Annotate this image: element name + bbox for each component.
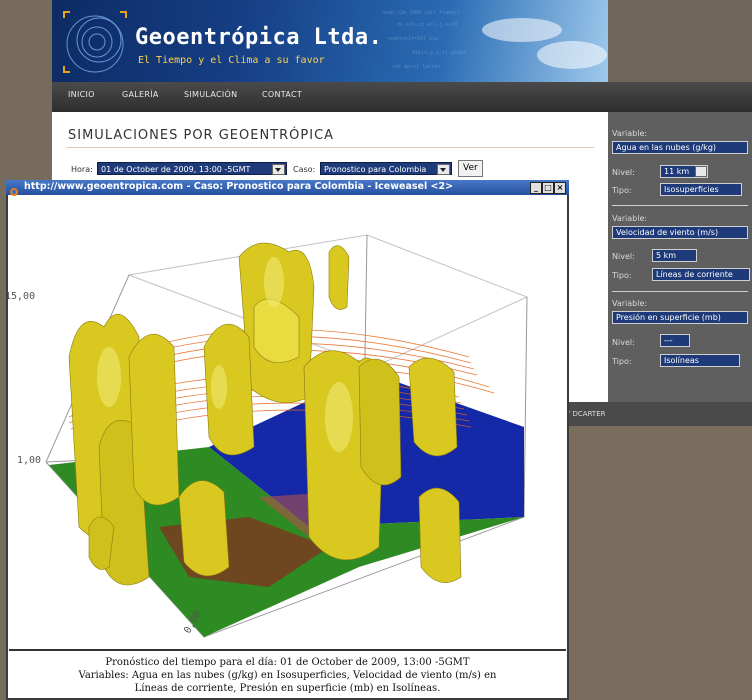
panel-divider — [612, 291, 748, 292]
panel3-nivel-label: Nivel: — [612, 338, 635, 347]
hora-select[interactable]: 01 de October de 2009, 13:00 -5GMT — [97, 162, 287, 175]
panel3-nivel-select[interactable]: --- — [660, 334, 690, 347]
svg-text:set mproj latlon: set mproj latlon — [392, 64, 440, 70]
svg-text:do k=1,nz w(i,j,k)=0: do k=1,nz w(i,j,k)=0 — [397, 22, 457, 28]
caption-line-2: Variables: Agua en las nubes (g/kg) en I… — [78, 670, 497, 681]
panel-divider — [612, 205, 748, 206]
title-divider — [66, 147, 594, 148]
panel2-tipo-label: Tipo: — [612, 271, 632, 280]
ver-button[interactable]: Ver — [458, 160, 483, 177]
panel2-variable-label: Variable: — [612, 214, 648, 223]
hora-label: Hora: — [71, 165, 93, 174]
browser-icon — [9, 182, 21, 196]
site-name: Geoentrópica Ltda. — [135, 25, 383, 50]
panel2-nivel-select[interactable]: 5 km — [652, 249, 697, 262]
chevron-down-icon — [695, 166, 707, 177]
header-right-block — [608, 0, 752, 82]
chevron-down-icon — [437, 164, 450, 175]
caption-line-1: Pronóstico del tiempo para el día: 01 de… — [105, 657, 470, 668]
caso-select-value: Pronostico para Colombia — [324, 165, 427, 174]
nav-item-contact[interactable]: CONTACT — [262, 90, 302, 99]
page-background-bottom — [566, 426, 752, 700]
nav-item-inicio[interactable]: INICIO — [68, 90, 95, 99]
panel1-tipo-label: Tipo: — [612, 186, 632, 195]
caso-label: Caso: — [293, 165, 316, 174]
panel3-tipo-select[interactable]: Isolíneas — [660, 354, 740, 367]
panel2-nivel-label: Nivel: — [612, 252, 635, 261]
panel2-variable-select[interactable]: Velocidad de viento (m/s) — [612, 226, 748, 239]
nav-item-galeria[interactable]: GALERÍA — [122, 90, 159, 99]
forecast-caption: Pronóstico del tiempo para el día: 01 de… — [9, 656, 566, 695]
axis-label-top: 15,00 — [5, 291, 36, 302]
site-tagline: El Tiempo y el Clima a su favor — [138, 55, 325, 66]
panel3-tipo-label: Tipo: — [612, 357, 632, 366]
nav-item-simulacion[interactable]: SIMULACIÓN — [184, 90, 237, 99]
panel1-nivel-value: 11 km — [664, 167, 690, 176]
close-icon[interactable]: × — [554, 182, 566, 194]
panel3-variable-select[interactable]: Presión en superficie (mb) — [612, 311, 748, 324]
simulation-visualization: 15,00 1,00 0,00 — [5, 197, 566, 651]
footer-text: Y DCARTER — [566, 410, 606, 418]
panel1-variable-label: Variable: — [612, 129, 648, 138]
page-title: SIMULACIONES POR GEOENTRÓPICA — [68, 128, 335, 143]
axis-label-middle: 1,00 — [17, 455, 42, 466]
svg-text:read(unit=10) slp: read(unit=10) slp — [387, 36, 438, 42]
panel1-tipo-select[interactable]: Isosuperficies — [660, 183, 742, 196]
svg-text:ncep_t2m_1000 call frame(): ncep_t2m_1000 call frame() — [382, 10, 460, 16]
chevron-down-icon — [272, 164, 285, 175]
3d-forecast-render — [45, 234, 529, 638]
site-footer: Y DCARTER — [566, 402, 752, 426]
minimize-icon[interactable]: _ — [530, 182, 542, 194]
caption-line-3: Líneas de corriente, Presión en superfic… — [134, 683, 441, 694]
caso-select[interactable]: Pronostico para Colombia — [320, 162, 452, 175]
popup-title: http://www.geoentropica.com - Caso: Pron… — [24, 181, 454, 192]
panel3-variable-label: Variable: — [612, 299, 648, 308]
panel1-nivel-select[interactable]: 11 km — [660, 165, 708, 178]
svg-text:dim(x,y,z,t) grads: dim(x,y,z,t) grads — [412, 50, 466, 56]
maximize-icon[interactable]: □ — [542, 182, 554, 194]
panel1-variable-select[interactable]: Agua en las nubes (g/kg) — [612, 141, 748, 154]
panel2-tipo-select[interactable]: Líneas de corriente — [652, 268, 750, 281]
panel1-nivel-label: Nivel: — [612, 168, 635, 177]
hora-select-value: 01 de October de 2009, 13:00 -5GMT — [101, 165, 251, 174]
